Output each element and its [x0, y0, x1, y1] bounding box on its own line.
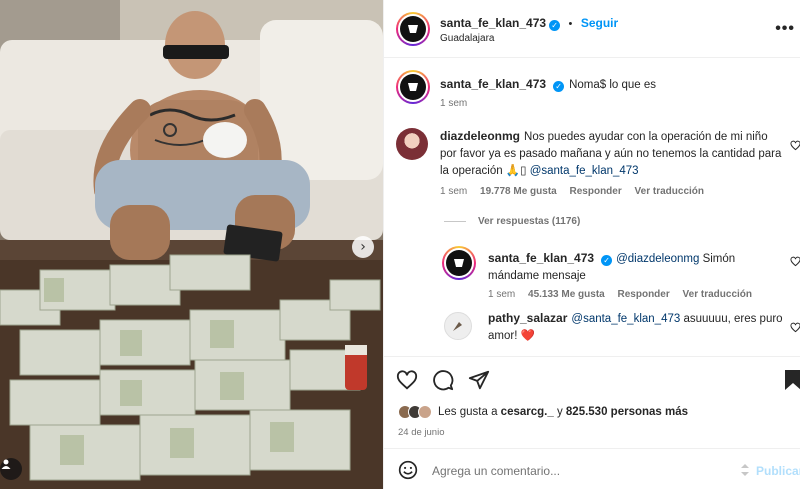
separator-dot: • — [568, 18, 573, 30]
comment-mention[interactable]: @santa_fe_klan_473 — [530, 165, 639, 177]
smiley-icon[interactable] — [398, 460, 418, 480]
verified-badge-icon: ✓ — [553, 81, 565, 92]
send-icon[interactable] — [468, 369, 490, 391]
caption-author-avatar[interactable] — [396, 70, 430, 104]
translate-button[interactable]: Ver traducción — [683, 289, 752, 300]
reply-mention[interactable]: @santa_fe_klan_473 — [571, 313, 680, 325]
likes-prefix: Les gusta a — [438, 406, 498, 418]
verified-badge-icon: ✓ — [601, 255, 613, 266]
view-replies-button[interactable]: Ver respuestas (1176) — [444, 216, 580, 227]
follow-button[interactable]: Seguir — [581, 16, 618, 30]
liker-avatar — [418, 405, 432, 419]
likes-count[interactable]: 825.530 personas más — [566, 406, 688, 418]
reply-button[interactable]: Responder — [618, 289, 670, 300]
author-username[interactable]: santa_fe_klan_473 — [440, 16, 546, 30]
heart-emoji-icon: ❤️ — [520, 330, 535, 342]
liker-username[interactable]: cesarcg._ — [501, 406, 554, 418]
publish-button[interactable]: Publicar — [756, 464, 800, 478]
more-options-icon[interactable]: ••• — [775, 20, 795, 38]
heart-icon[interactable] — [396, 369, 418, 391]
likes-summary: Les gusta a cesarcg._ y 825.530 personas… — [398, 405, 688, 419]
user-tag-icon[interactable] — [0, 458, 22, 480]
reply-mention[interactable]: @diazdeleonmg — [616, 253, 699, 265]
reply-time[interactable]: 1 sem — [488, 289, 515, 300]
commenter-avatar[interactable] — [396, 128, 428, 160]
comments-list[interactable]: santa_fe_klan_473 ✓ Noma$ lo que es 1 sem … — [384, 58, 800, 356]
comment-username[interactable]: diazdeleonmg — [440, 129, 520, 143]
caption-text: Noma$ lo que es — [569, 79, 657, 91]
comment-like-heart-icon[interactable] — [790, 140, 800, 154]
comment-icon[interactable] — [432, 369, 454, 391]
reply-username[interactable]: santa_fe_klan_473 — [488, 251, 594, 265]
verified-badge-icon: ✓ — [549, 20, 561, 31]
post-photo[interactable]: › — [0, 0, 383, 489]
reply-username[interactable]: pathy_salazar — [488, 311, 567, 325]
photo-illustration — [0, 0, 383, 489]
liker-avatars[interactable] — [398, 405, 432, 419]
bookmark-icon[interactable] — [784, 369, 800, 391]
author-avatar[interactable] — [396, 12, 430, 46]
caption-time[interactable]: 1 sem — [440, 98, 467, 109]
comment-likes[interactable]: 19.778 Me gusta — [480, 186, 557, 197]
reply-author-avatar[interactable] — [444, 312, 472, 340]
reply-like-heart-icon[interactable] — [790, 256, 800, 270]
reply-author-avatar[interactable] — [442, 246, 476, 280]
translate-button[interactable]: Ver traducción — [635, 186, 704, 197]
post-actions-bar: Les gusta a cesarcg._ y 825.530 personas… — [384, 356, 800, 448]
scroll-indicator-icon — [740, 463, 750, 477]
reply-like-heart-icon[interactable] — [790, 322, 800, 336]
reply-button[interactable]: Responder — [570, 186, 622, 197]
post-location[interactable]: Guadalajara — [440, 33, 494, 44]
chevron-right-icon[interactable]: › — [352, 236, 374, 258]
post-header: santa_fe_klan_473 ✓ • Seguir Guadalajara … — [384, 0, 800, 58]
reply-likes[interactable]: 45.133 Me gusta — [528, 289, 605, 300]
replies-divider-line — [444, 221, 466, 222]
likes-connector: y — [556, 406, 563, 418]
view-replies-label: Ver respuestas (1176) — [478, 216, 581, 227]
post-details-panel: santa_fe_klan_473 ✓ • Seguir Guadalajara … — [383, 0, 800, 489]
comment-time[interactable]: 1 sem — [440, 186, 467, 197]
add-comment-bar: Agrega un comentario... Publicar — [384, 448, 800, 489]
caption-username[interactable]: santa_fe_klan_473 — [440, 77, 546, 91]
comment-input[interactable]: Agrega un comentario... — [432, 464, 560, 478]
post-date[interactable]: 24 de junio — [398, 427, 444, 438]
